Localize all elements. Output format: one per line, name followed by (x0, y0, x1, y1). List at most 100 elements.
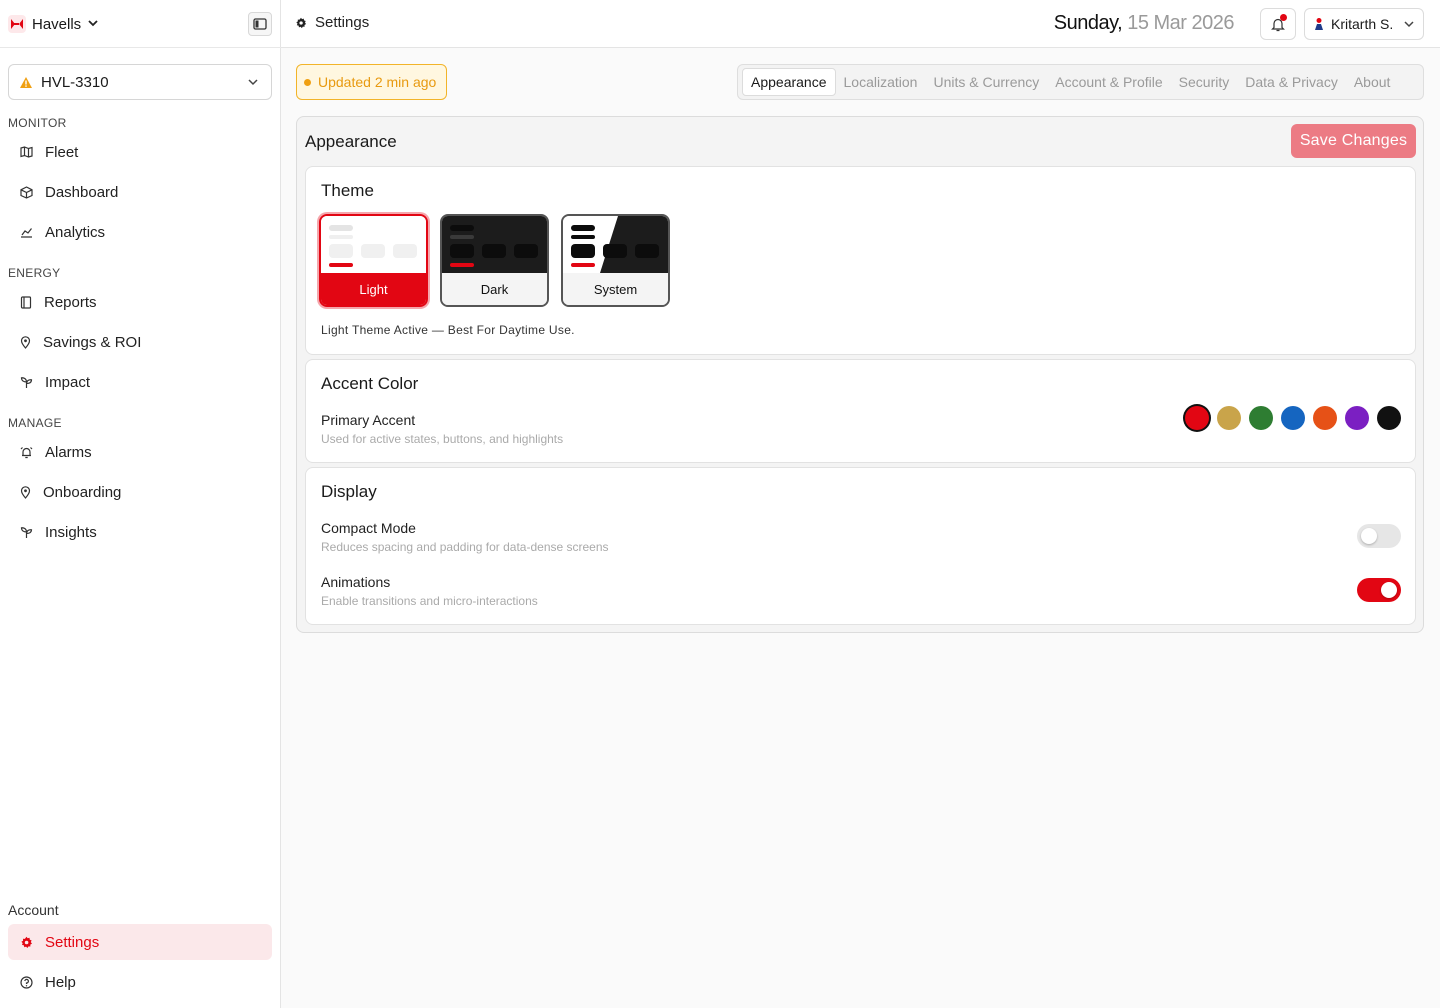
gear-icon (296, 17, 307, 28)
sidebar-item-label: Impact (45, 373, 91, 391)
divider (0, 47, 281, 48)
swatch-black[interactable] (1377, 406, 1401, 430)
animations-label: Animations (321, 574, 391, 590)
section-label-monitor: MONITOR (8, 116, 67, 130)
sidebar-item-label: Settings (45, 933, 100, 951)
tab-account-profile[interactable]: Account & Profile (1047, 68, 1170, 96)
chevron-down-icon (248, 79, 258, 86)
theme-card: Theme Light Dark System Light Theme Acti… (305, 166, 1416, 355)
top-bar: Settings Sunday, 15 Mar 2026 Kritarth S. (281, 0, 1440, 48)
tab-data-privacy[interactable]: Data & Privacy (1237, 68, 1346, 96)
swatch-green[interactable] (1249, 406, 1273, 430)
current-date: Sunday, 15 Mar 2026 (1053, 12, 1235, 35)
save-changes-button[interactable]: Save Changes (1291, 124, 1416, 158)
toggle-knob (1381, 582, 1397, 598)
updated-status-badge: Updated 2 min ago (296, 64, 447, 100)
date-rest: 15 Mar 2026 (1122, 12, 1234, 34)
sidebar-item-label: Help (45, 973, 76, 991)
sidebar-toggle-icon (253, 18, 267, 30)
sidebar-item-label: Dashboard (45, 183, 119, 201)
theme-label-system: System (563, 273, 668, 305)
tab-localization[interactable]: Localization (836, 68, 926, 96)
sidebar-collapse-button[interactable] (248, 12, 272, 36)
theme-label-dark: Dark (442, 273, 547, 305)
brand-switcher[interactable]: Havells (8, 10, 99, 38)
breadcrumb: Settings (295, 14, 369, 31)
sidebar-item-reports[interactable]: Reports (8, 284, 272, 320)
theme-option-system[interactable]: System (561, 214, 670, 307)
sidebar: Havells HVL-3310 MONITOR Fleet Dashboard… (0, 0, 281, 1008)
tab-security[interactable]: Security (1171, 68, 1238, 96)
accent-color-card: Accent Color Primary Accent Used for act… (305, 359, 1416, 463)
notifications-button[interactable] (1260, 8, 1296, 40)
appearance-panel: Appearance Save Changes Theme Light Dark… (296, 116, 1424, 633)
swatch-purple[interactable] (1345, 406, 1369, 430)
tab-units-currency[interactable]: Units & Currency (925, 68, 1047, 96)
pin-icon (20, 485, 31, 499)
map-icon (20, 146, 33, 158)
book-icon (20, 295, 32, 309)
avatar-icon (1315, 18, 1323, 30)
sidebar-item-label: Analytics (45, 223, 106, 241)
section-label-energy: ENERGY (8, 266, 61, 280)
chevron-down-icon (1404, 21, 1414, 28)
sidebar-item-label: Savings & ROI (43, 333, 142, 351)
section-label-account: Account (8, 902, 59, 918)
sidebar-item-settings[interactable]: Settings (8, 924, 272, 960)
panel-title: Appearance (305, 132, 397, 151)
site-select[interactable]: HVL-3310 (8, 64, 272, 100)
animations-description: Enable transitions and micro-interaction… (321, 594, 538, 608)
sidebar-item-label: Onboarding (43, 483, 122, 501)
cube-icon (20, 185, 33, 199)
chart-icon (21, 228, 32, 238)
compact-mode-toggle[interactable] (1357, 524, 1401, 548)
sidebar-item-fleet[interactable]: Fleet (8, 134, 272, 170)
date-day: Sunday, (1053, 12, 1123, 34)
tab-about[interactable]: About (1346, 68, 1399, 96)
sidebar-item-label: Alarms (45, 443, 92, 461)
sidebar-item-analytics[interactable]: Analytics (8, 214, 272, 250)
swatch-gold[interactable] (1217, 406, 1241, 430)
dark-theme-preview (442, 216, 547, 273)
settings-tabs: Appearance Localization Units & Currency… (737, 64, 1424, 100)
swatch-blue[interactable] (1281, 406, 1305, 430)
accent-title: Accent Color (321, 374, 419, 393)
sidebar-item-dashboard[interactable]: Dashboard (8, 174, 272, 210)
help-icon (20, 975, 33, 989)
animations-toggle[interactable] (1357, 578, 1401, 602)
alarm-icon (20, 446, 33, 458)
swatch-red[interactable] (1185, 406, 1209, 430)
user-menu-button[interactable]: Kritarth S. (1304, 8, 1424, 40)
sprout-icon (20, 376, 33, 388)
accent-swatches (1185, 406, 1401, 430)
sidebar-item-label: Fleet (45, 143, 79, 161)
sidebar-item-alarms[interactable]: Alarms (8, 434, 272, 470)
site-select-value: HVL-3310 (41, 73, 109, 91)
sprout-icon (20, 526, 33, 538)
brand-name: Havells (32, 15, 82, 33)
sidebar-item-onboarding[interactable]: Onboarding (8, 474, 272, 510)
chevron-down-icon (87, 16, 99, 32)
theme-title: Theme (321, 181, 374, 200)
theme-label-light: Light (321, 273, 426, 305)
section-label-manage: MANAGE (8, 416, 62, 430)
system-theme-preview (563, 216, 668, 273)
sidebar-item-insights[interactable]: Insights (8, 514, 272, 550)
theme-option-dark[interactable]: Dark (440, 214, 549, 307)
sidebar-item-savings-roi[interactable]: Savings & ROI (8, 324, 272, 360)
theme-description: Light Theme Active — Best For Daytime Us… (321, 323, 575, 337)
havells-logo-icon (8, 15, 26, 33)
toggle-knob (1361, 528, 1377, 544)
pin-icon (20, 335, 31, 349)
status-dot (304, 78, 311, 86)
tab-appearance[interactable]: Appearance (742, 68, 836, 96)
sidebar-item-impact[interactable]: Impact (8, 364, 272, 400)
notification-dot (1280, 14, 1287, 21)
warning-icon (20, 76, 32, 88)
sidebar-item-help[interactable]: Help (8, 964, 272, 1000)
light-theme-preview (321, 216, 426, 273)
swatch-orange[interactable] (1313, 406, 1337, 430)
user-name: Kritarth S. (1331, 16, 1394, 32)
sidebar-item-label: Reports (44, 293, 97, 311)
theme-option-light[interactable]: Light (319, 214, 428, 307)
